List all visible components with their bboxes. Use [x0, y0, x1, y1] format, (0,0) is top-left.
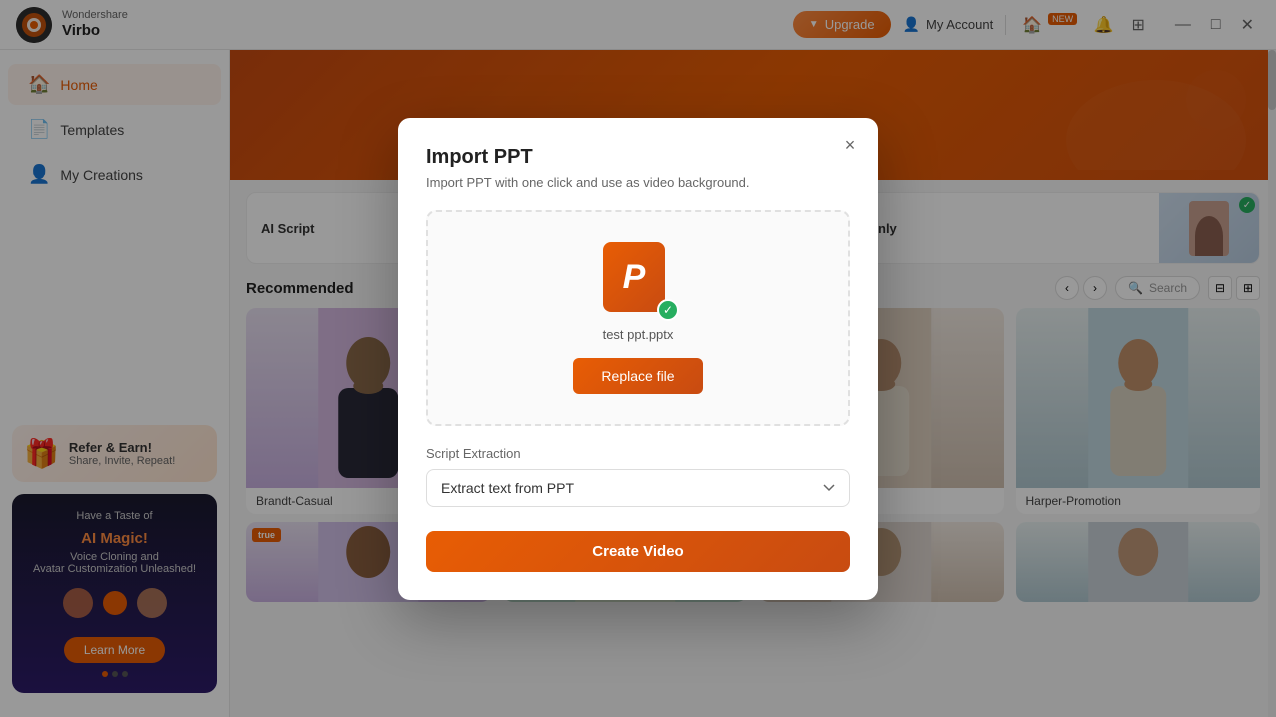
script-extraction-select[interactable]: Extract text from PPT [426, 469, 850, 507]
create-video-button[interactable]: Create Video [426, 531, 850, 572]
ppt-upload-area: P ✓ test ppt.pptx Replace file [426, 210, 850, 426]
ppt-icon: P ✓ [603, 242, 673, 317]
modal-title: Import PPT [426, 146, 850, 169]
script-extraction-label: Script Extraction [426, 446, 850, 461]
ppt-filename: test ppt.pptx [603, 327, 674, 342]
ppt-icon-container: P ✓ [603, 242, 673, 317]
ppt-icon-bg: P [603, 242, 665, 312]
script-extraction-section: Script Extraction Extract text from PPT [426, 446, 850, 507]
modal-subtitle: Import PPT with one click and use as vid… [426, 175, 850, 190]
ppt-check-icon: ✓ [657, 299, 679, 321]
replace-file-button[interactable]: Replace file [573, 358, 702, 394]
modal-close-button[interactable]: × [836, 132, 864, 160]
modal-overlay[interactable]: × Import PPT Import PPT with one click a… [0, 0, 1276, 717]
import-ppt-modal: × Import PPT Import PPT with one click a… [398, 118, 878, 600]
ppt-letter: P [623, 260, 646, 294]
